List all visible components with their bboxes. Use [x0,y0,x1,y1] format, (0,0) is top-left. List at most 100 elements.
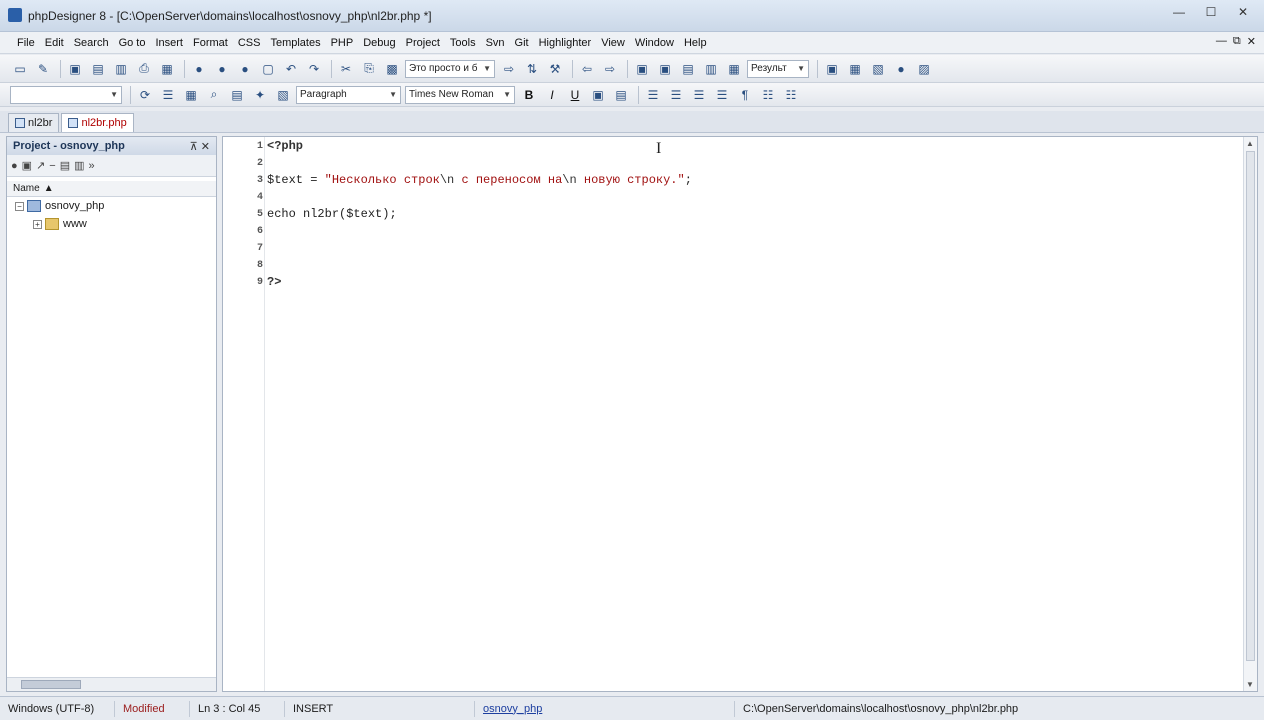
mdi-restore-icon[interactable]: ⧉ [1233,35,1241,48]
insert-snippet-icon[interactable]: ⇨ [499,60,519,78]
redo-icon[interactable]: ↷ [304,60,324,78]
minimize-icon[interactable]: — [1164,2,1194,22]
menu-git[interactable]: Git [510,37,534,49]
menu-highlighter[interactable]: Highlighter [534,37,597,49]
menu-templates[interactable]: Templates [265,37,325,49]
preview-icon[interactable]: ▦ [157,60,177,78]
window-list-icon[interactable]: ▦ [724,60,744,78]
italic-button[interactable]: I [542,86,562,104]
new-folder-icon[interactable]: ▣ [22,159,32,172]
image-icon[interactable]: ▧ [273,86,293,104]
forward-icon[interactable]: ⇨ [600,60,620,78]
options-icon[interactable]: ▧ [868,60,888,78]
tab-active[interactable]: nl2br.php [61,113,134,132]
menu-view[interactable]: View [596,37,630,49]
undo-icon[interactable]: ↶ [281,60,301,78]
font-combo[interactable]: Times New Roman ▼ [405,85,515,104]
menu-format[interactable]: Format [188,37,233,49]
scrollbar-thumb[interactable] [1246,151,1255,661]
clipboard-icon[interactable]: ▢ [258,60,278,78]
menu-insert[interactable]: Insert [150,37,188,49]
tree-item[interactable]: − osnovy_php [7,197,216,215]
help-icon[interactable]: ● [891,60,911,78]
pilcrow-icon[interactable]: ¶ [735,86,755,104]
menu-tools[interactable]: Tools [445,37,481,49]
split-vertical-icon[interactable]: ▥ [701,60,721,78]
customize-icon[interactable]: ▨ [914,60,934,78]
mdi-close-icon[interactable]: ✕ [1247,35,1256,48]
menu-window[interactable]: Window [630,37,679,49]
panel-controls[interactable]: ⊼ ✕ [190,140,210,153]
cut-icon[interactable]: ✂ [336,60,356,78]
mdi-minimize-icon[interactable]: — [1216,35,1227,48]
ftp-icon[interactable]: ● [235,60,255,78]
wizard-icon[interactable]: ✎ [33,60,53,78]
column-header-name[interactable]: Name ▲ [7,181,216,197]
close-icon[interactable]: ✕ [1228,2,1258,22]
save-all-icon[interactable]: ▤ [88,60,108,78]
explorer-icon[interactable]: ▣ [822,60,842,78]
new-file-icon[interactable]: ▭ [10,60,30,78]
list-icon[interactable]: ☰ [158,86,178,104]
tools-icon[interactable]: ▦ [845,60,865,78]
menu-svn[interactable]: Svn [481,37,510,49]
paragraph-combo[interactable]: Paragraph ▼ [296,85,401,104]
scroll-up-icon[interactable]: ▲ [1246,139,1254,148]
menu-css[interactable]: CSS [233,37,266,49]
status-project[interactable]: osnovy_php [475,700,735,717]
close-file-icon[interactable]: ▥ [111,60,131,78]
underline-button[interactable]: U [565,86,585,104]
beautify-icon[interactable]: ⚒ [545,60,565,78]
code-editor[interactable]: 1 <?php 2 3 $text = "Несколько строк\n с пер… [222,136,1258,692]
menu-search[interactable]: Search [69,37,114,49]
menu-go-to[interactable]: Go to [114,37,151,49]
bold-button[interactable]: B [519,86,539,104]
menu-help[interactable]: Help [679,37,712,49]
panel-left-icon[interactable]: ▣ [632,60,652,78]
align-left-icon[interactable]: ☰ [643,86,663,104]
browser-icon[interactable]: ● [189,60,209,78]
tag-icon[interactable]: ✦ [250,86,270,104]
style-combo[interactable]: Результ ▼ [747,59,809,78]
add-file-icon[interactable]: ● [11,160,18,172]
print-icon[interactable]: ⎙ [134,60,154,78]
highlight-icon[interactable]: ▤ [611,86,631,104]
save-icon[interactable]: ▣ [65,60,85,78]
panel-right-icon[interactable]: ▣ [655,60,675,78]
search-icon[interactable]: ⌕ [204,86,224,104]
expander-icon[interactable]: + [33,219,42,229]
upload-icon[interactable]: ▤ [60,159,70,172]
ordered-list-icon[interactable]: ☷ [758,86,778,104]
menu-debug[interactable]: Debug [358,37,400,49]
menu-project[interactable]: Project [401,37,445,49]
format-code-icon[interactable]: ⇅ [522,60,542,78]
move-icon[interactable]: ↗ [36,159,45,172]
table-icon[interactable]: ▦ [181,86,201,104]
status-encoding[interactable]: Windows (UTF-8) [0,700,115,717]
document-icon[interactable]: ▤ [227,86,247,104]
scroll-down-icon[interactable]: ▼ [1246,680,1254,689]
menu-file[interactable]: File [12,37,40,49]
tab-inactive[interactable]: nl2br [8,113,60,132]
remove-icon[interactable]: − [49,160,55,172]
more-icon[interactable]: » [89,160,95,172]
copy-icon[interactable]: ⎘ [359,60,379,78]
back-icon[interactable]: ⇦ [577,60,597,78]
vertical-scrollbar[interactable]: ▲ ▼ [1243,137,1257,691]
unordered-list-icon[interactable]: ☷ [781,86,801,104]
refresh-icon[interactable]: ⟳ [135,86,155,104]
font-color-icon[interactable]: ▣ [588,86,608,104]
paste-icon[interactable]: ▩ [382,60,402,78]
expander-icon[interactable]: − [15,201,24,211]
align-right-icon[interactable]: ☰ [689,86,709,104]
scrollbar-thumb[interactable] [21,680,81,689]
snippet-combo[interactable]: Это просто и б ▼ [405,59,495,78]
menu-php[interactable]: PHP [326,37,359,49]
horizontal-scrollbar[interactable] [7,677,216,691]
split-horizontal-icon[interactable]: ▤ [678,60,698,78]
filter-combo[interactable]: ▼ [10,85,122,104]
align-center-icon[interactable]: ☰ [666,86,686,104]
globe-icon[interactable]: ● [212,60,232,78]
align-justify-icon[interactable]: ☰ [712,86,732,104]
sync-icon[interactable]: ▥ [74,159,84,172]
